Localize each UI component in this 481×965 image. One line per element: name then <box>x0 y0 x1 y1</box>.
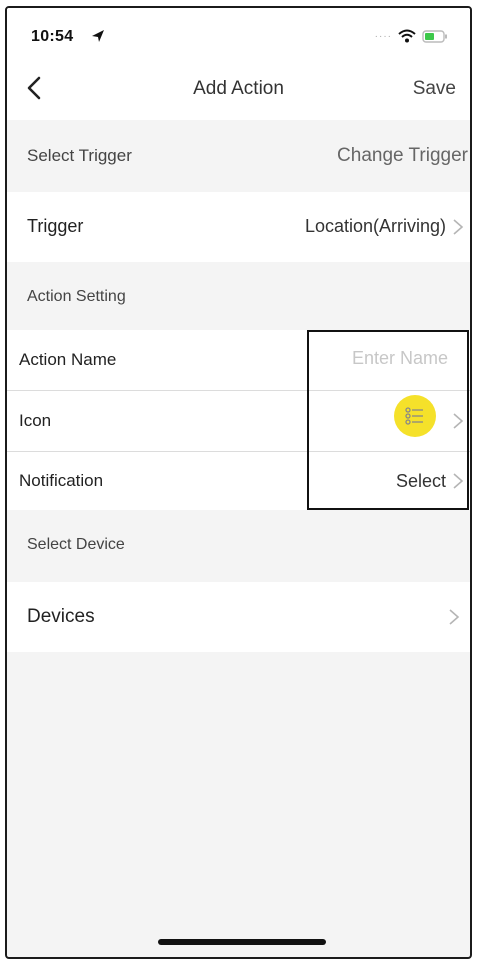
page-title: Add Action <box>193 78 284 99</box>
chevron-right-icon <box>453 413 464 429</box>
phone-screen: 10:54 ···· Add Action Save Select Trigge… <box>5 6 472 959</box>
status-indicators: ···· <box>375 29 448 43</box>
devices-label: Devices <box>27 606 95 627</box>
header-area: 10:54 ···· Add Action Save <box>7 8 470 120</box>
action-name-label: Action Name <box>19 350 117 369</box>
notification-label: Notification <box>19 471 104 490</box>
trigger-label: Trigger <box>27 216 84 236</box>
chevron-right-icon <box>453 473 464 489</box>
save-button[interactable]: Save <box>413 78 456 100</box>
navigation-bar: Add Action Save <box>7 66 470 110</box>
select-trigger-section: Select Trigger Change Trigger <box>7 120 470 192</box>
selected-icon[interactable] <box>394 395 436 437</box>
icon-label: Icon <box>19 411 52 430</box>
trigger-value: Location(Arriving) <box>304 216 446 236</box>
battery-icon <box>422 29 447 43</box>
action-setting-section: Action Setting <box>7 262 470 330</box>
chevron-right-icon <box>453 219 464 235</box>
select-device-section: Select Device <box>7 510 470 582</box>
signal-icon: ···· <box>374 30 392 42</box>
location-arrow-icon <box>92 30 104 42</box>
action-name-input[interactable] <box>308 348 448 369</box>
devices-row[interactable]: Devices <box>7 582 470 652</box>
home-indicator[interactable] <box>158 939 326 945</box>
action-setting-header: Action Setting <box>27 288 126 305</box>
list-icon <box>405 407 423 425</box>
change-trigger-button[interactable]: Change Trigger <box>337 145 468 167</box>
select-device-header: Select Device <box>27 536 125 553</box>
notification-row[interactable]: Notification Select <box>7 452 470 510</box>
select-trigger-label: Select Trigger <box>27 146 132 165</box>
trigger-row[interactable]: Trigger Location(Arriving) <box>7 192 470 262</box>
chevron-right-icon <box>449 609 460 625</box>
wifi-icon <box>398 29 416 43</box>
status-bar: 10:54 ···· <box>7 24 470 50</box>
status-time: 10:54 <box>31 28 74 45</box>
notification-value: Select <box>395 471 446 491</box>
